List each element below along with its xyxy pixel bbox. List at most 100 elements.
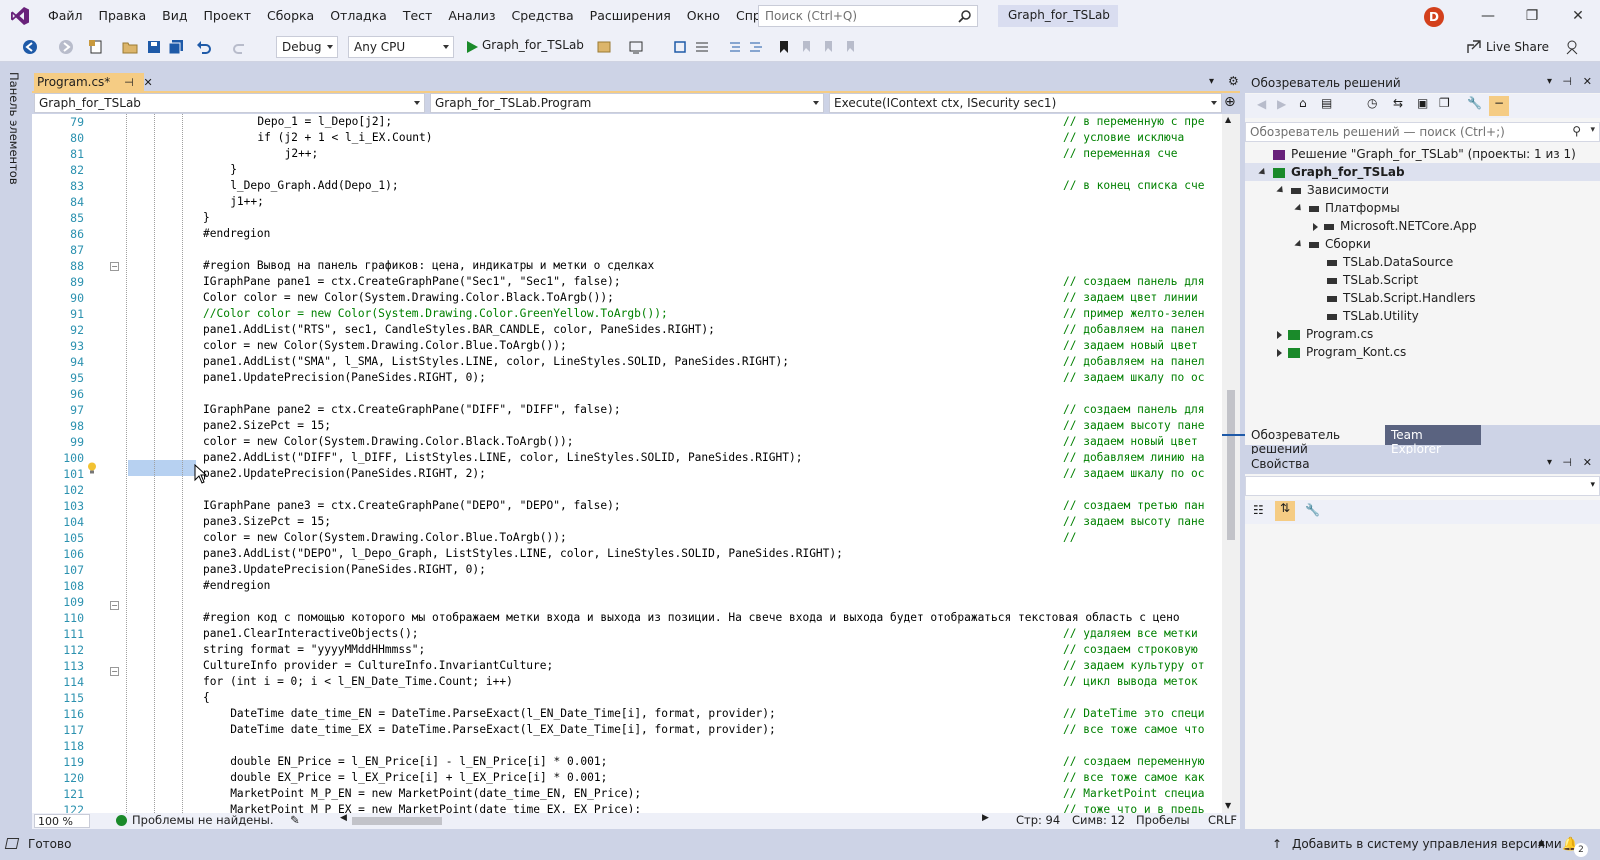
code-comment[interactable]: // цикл вывода меток	[1063, 674, 1198, 690]
project-nav-dropdown[interactable]: Graph_for_TSLab	[34, 93, 425, 113]
horizontal-scrollbar-thumb[interactable]	[352, 817, 442, 825]
pin-icon[interactable]: ⊣	[1562, 75, 1572, 88]
sync-icon[interactable]: ⇆	[1393, 96, 1403, 110]
code-comment[interactable]: // создаем переменную	[1063, 754, 1204, 770]
start-debug-button[interactable]: Graph_for_TSLab	[482, 38, 584, 52]
properties-object-dropdown[interactable]: ▾	[1245, 476, 1600, 496]
code-comment[interactable]: // добавляем на панел	[1063, 354, 1204, 370]
collapse-all-icon[interactable]: ▣	[1417, 96, 1428, 110]
code-comment[interactable]: // добавляем линию на	[1063, 450, 1204, 466]
code-line[interactable]: #endregion	[203, 578, 270, 594]
redo-icon[interactable]	[232, 39, 248, 55]
search-input[interactable]: Поиск (Ctrl+Q)	[758, 5, 978, 27]
code-line[interactable]: color = new Color(System.Drawing.Color.B…	[203, 338, 567, 354]
open-folder-icon[interactable]	[122, 39, 138, 55]
collapse-icon[interactable]: −	[110, 262, 119, 271]
code-line[interactable]: pane1.UpdatePrecision(PaneSides.RIGHT, 0…	[203, 370, 486, 386]
tree-item[interactable]: Сборки	[1294, 235, 1371, 253]
code-comment[interactable]: // задаем шкалу по ос	[1063, 466, 1204, 482]
configuration-dropdown[interactable]: Debug	[276, 36, 338, 58]
maximize-button[interactable]: ❐	[1510, 0, 1554, 32]
tab-team-explorer[interactable]: Team Explorer	[1385, 425, 1481, 456]
history-icon[interactable]: ◷	[1367, 96, 1377, 110]
code-line[interactable]: IGraphPane pane1 = ctx.CreateGraphPane("…	[203, 274, 621, 290]
code-line[interactable]: double EX_Price = l_EX_Price[i] + l_EX_P…	[230, 770, 607, 786]
code-line[interactable]: pane1.ClearInteractiveObjects();	[203, 626, 419, 642]
code-comment[interactable]: // тоже что и в предь	[1063, 802, 1204, 813]
line-indicator[interactable]: Стр: 94	[1016, 813, 1060, 827]
code-comment[interactable]: // все тоже самое что	[1063, 722, 1204, 738]
close-window-button[interactable]: ✕	[1556, 0, 1600, 32]
code-line[interactable]: MarketPoint M_P_EN = new MarketPoint(dat…	[230, 786, 641, 802]
code-line[interactable]: #region Вывод на панель графиков: цена, …	[203, 258, 654, 274]
split-icon[interactable]: ⊕	[1224, 94, 1236, 110]
menu-item-8[interactable]: Средства	[503, 0, 581, 32]
code-line[interactable]: pane2.AddList("DIFF", l_DIFF, ListStyles…	[203, 450, 802, 466]
tree-item[interactable]: TSLab.Script	[1313, 271, 1418, 289]
collapse-icon[interactable]: −	[110, 601, 119, 610]
code-line[interactable]: #endregion	[203, 226, 270, 242]
property-pages-icon[interactable]: 🔧	[1305, 503, 1320, 517]
code-comment[interactable]: // переменная сче	[1063, 146, 1178, 162]
scroll-right-icon[interactable]: ▶	[982, 813, 989, 823]
clear-bookmarks-icon[interactable]	[842, 39, 858, 55]
menu-item-6[interactable]: Тест	[395, 0, 440, 32]
expanded-arrow-icon[interactable]	[1294, 239, 1304, 250]
code-comment[interactable]: // все тоже самое как	[1063, 770, 1204, 786]
whitespace-indicator[interactable]: Пробелы	[1136, 813, 1190, 827]
code-comment[interactable]: // задаем культуру от	[1063, 658, 1204, 674]
menu-item-1[interactable]: Правка	[91, 0, 155, 32]
code-comment[interactable]: // задаем шкалу по ос	[1063, 370, 1204, 386]
show-all-files-icon[interactable]: ❐	[1439, 96, 1450, 110]
prev-bookmark-icon[interactable]	[798, 39, 814, 55]
tree-item[interactable]: Program_Kont.cs	[1277, 343, 1406, 361]
lightbulb-icon[interactable]	[87, 462, 97, 474]
avatar[interactable]: D	[1424, 7, 1444, 27]
code-line[interactable]: //Color color = new Color(System.Drawing…	[203, 306, 668, 322]
live-share-button[interactable]: Live Share	[1486, 40, 1549, 54]
code-line[interactable]: j1++;	[230, 194, 264, 210]
code-line[interactable]: DateTime date_time_EN = DateTime.ParseEx…	[230, 706, 776, 722]
tree-item[interactable]: Microsoft.NETCore.App	[1313, 217, 1477, 235]
brush-icon[interactable]: ✎	[290, 813, 300, 827]
code-comment[interactable]: // создаем панель для	[1063, 274, 1204, 290]
tree-item[interactable]: TSLab.Utility	[1313, 307, 1419, 325]
code-comment[interactable]: // в конец списка сче	[1063, 178, 1204, 194]
next-bookmark-icon[interactable]	[820, 39, 836, 55]
member-nav-dropdown[interactable]: Execute(IContext ctx, ISecurity sec1)	[829, 93, 1222, 113]
outdent-icon[interactable]	[726, 39, 742, 55]
chevron-down-icon[interactable]: ▾	[1547, 76, 1552, 87]
menu-item-7[interactable]: Анализ	[440, 0, 503, 32]
preview-toggle-icon[interactable]: −	[1489, 96, 1509, 116]
tab-list-chevron-icon[interactable]: ▾	[1209, 76, 1214, 87]
save-icon[interactable]	[146, 39, 162, 55]
menu-item-9[interactable]: Расширения	[582, 0, 679, 32]
tree-item[interactable]: TSLab.Script.Handlers	[1313, 289, 1476, 307]
switch-views-icon[interactable]: ▤	[1321, 96, 1332, 110]
bookmark-icon[interactable]	[776, 39, 792, 55]
sort-alpha-icon[interactable]: ⇅	[1275, 501, 1295, 521]
code-comment[interactable]: //	[1063, 530, 1076, 546]
menu-item-2[interactable]: Вид	[154, 0, 195, 32]
code-line[interactable]: l_Depo_Graph.Add(Depo_1);	[230, 178, 398, 194]
properties-wrench-icon[interactable]: 🔧	[1467, 96, 1482, 110]
code-line[interactable]: MarketPoint M_P_EX = new MarketPoint(dat…	[230, 802, 641, 813]
step-icon[interactable]	[672, 39, 688, 55]
expanded-arrow-icon[interactable]	[1258, 167, 1268, 178]
new-project-icon[interactable]	[88, 39, 104, 55]
code-line[interactable]: Color color = new Color(System.Drawing.C…	[203, 290, 614, 306]
back-icon[interactable]: ◀	[1257, 97, 1266, 111]
tree-item[interactable]: TSLab.DataSource	[1313, 253, 1453, 271]
back-icon[interactable]	[22, 39, 38, 55]
code-comment[interactable]: // пример желто-зелен	[1063, 306, 1204, 322]
code-line[interactable]: double EN_Price = l_EN_Price[i] - l_EN_P…	[230, 754, 607, 770]
scroll-up-icon[interactable]: ▲	[1225, 115, 1231, 124]
code-line[interactable]: #region код с помощью которого мы отобра…	[203, 610, 1180, 626]
code-line[interactable]: string format = "yyyyMMddHHmmss";	[203, 642, 425, 658]
gear-icon[interactable]: ⚙	[1228, 74, 1239, 88]
code-line[interactable]: IGraphPane pane2 = ctx.CreateGraphPane("…	[203, 402, 621, 418]
code-comment[interactable]: // в переменную с пре	[1063, 114, 1204, 130]
code-comment[interactable]: // задаем высоту пане	[1063, 418, 1204, 434]
code-comment[interactable]: // DateTime это специ	[1063, 706, 1204, 722]
screen-icon[interactable]	[628, 39, 644, 55]
